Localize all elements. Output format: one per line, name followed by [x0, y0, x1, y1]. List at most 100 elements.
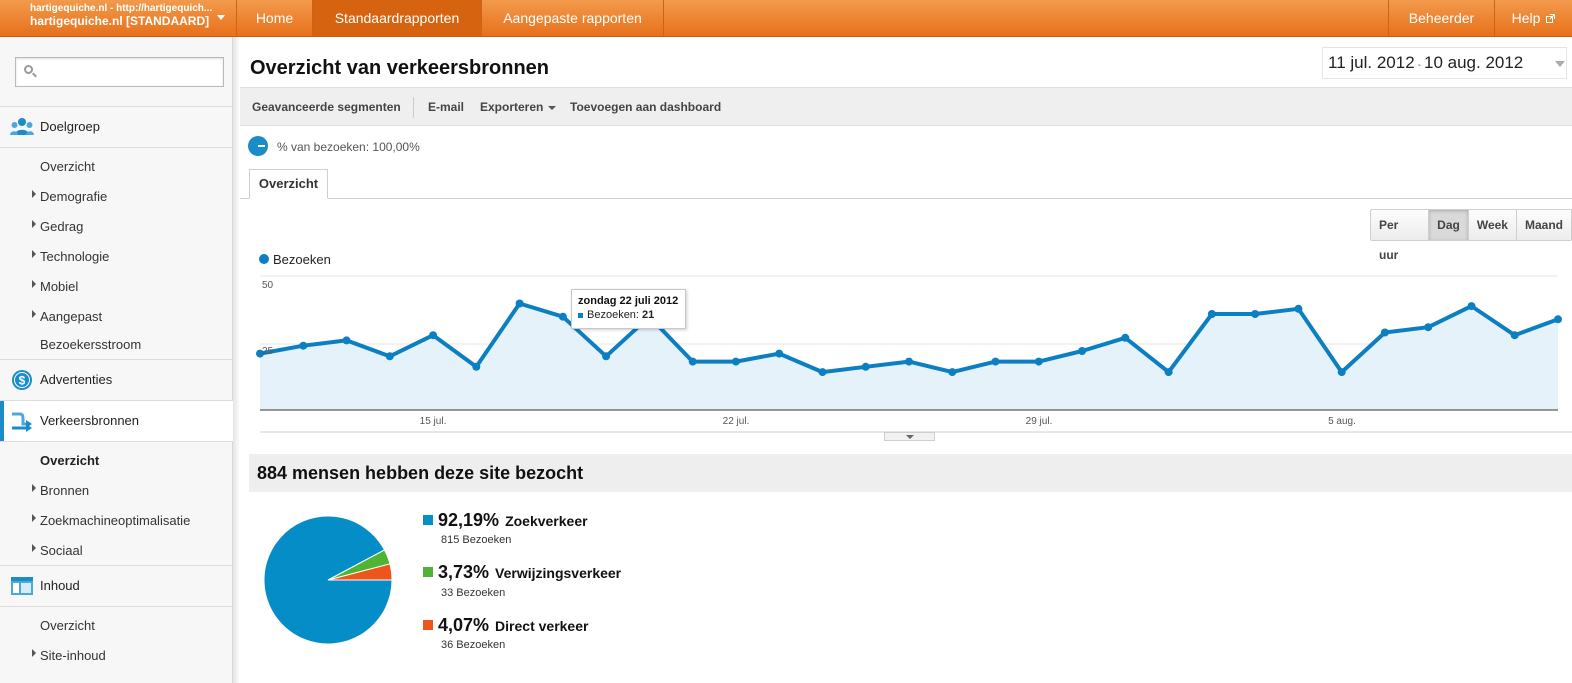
- sidebar-item-technology[interactable]: Technologie: [40, 249, 109, 264]
- tooltip-label: Bezoeken:: [587, 309, 639, 321]
- account-url: hartigequiche.nl - http://hartigequich..…: [30, 3, 213, 14]
- top-navigation-bar: hartigequiche.nl - http://hartigequich..…: [0, 0, 1572, 37]
- date-range-picker[interactable]: 11 jul. 2012-10 aug. 2012: [1322, 47, 1567, 79]
- nav-help[interactable]: Help: [1495, 0, 1572, 36]
- legend-swatch: [423, 567, 433, 577]
- y-tick-label: 25: [262, 346, 274, 357]
- sidebar: Doelgroep Overzicht Demografie Gedrag Te…: [0, 37, 233, 683]
- pie-slice[interactable]: [263, 515, 393, 645]
- divider: [413, 97, 414, 118]
- audience-icon: [10, 118, 34, 135]
- chart-plot-area[interactable]: [260, 276, 1560, 434]
- chevron-down-icon: [548, 105, 557, 110]
- nav-custom-reports[interactable]: Aangepaste rapporten: [482, 0, 664, 36]
- x-tick-label: 22 jul.: [722, 416, 750, 427]
- account-selector[interactable]: hartigequiche.nl - http://hartigequich..…: [0, 0, 237, 36]
- x-tick-label: 5 aug.: [1328, 416, 1356, 427]
- source-visits: 815 Bezoeken: [441, 534, 512, 546]
- add-to-dashboard-button[interactable]: Toevoegen aan dashboard: [570, 100, 721, 114]
- sidebar-item-site-content[interactable]: Site-inhoud: [40, 648, 106, 663]
- sidebar-resize-edge[interactable]: [233, 37, 239, 683]
- nav-admin[interactable]: Beheerder: [1388, 0, 1495, 36]
- x-tick-label: 15 jul.: [419, 416, 447, 427]
- export-label: Exporteren: [480, 100, 544, 114]
- sidebar-item-content-overview[interactable]: Overzicht: [40, 618, 95, 633]
- tooltip-date: zondag 22 juli 2012: [578, 295, 679, 307]
- sidebar-item-visitors-flow[interactable]: Bezoekersstroom: [40, 337, 141, 352]
- summary-headline: 884 mensen hebben deze site bezocht: [257, 463, 584, 483]
- content-icon: [11, 577, 33, 595]
- source-row-search[interactable]: 92,19% Zoekverkeer: [423, 510, 588, 531]
- sidebar-section-label: Doelgroep: [40, 119, 100, 134]
- sidebar-item-mobile[interactable]: Mobiel: [40, 279, 78, 294]
- source-percentage: 3,73%: [438, 562, 490, 582]
- date-separator: -: [1417, 60, 1421, 71]
- granularity-day-button[interactable]: Dag: [1429, 210, 1469, 240]
- sidebar-section-audience[interactable]: Doelgroep: [0, 107, 233, 147]
- divider: [0, 147, 233, 148]
- advanced-segments-button[interactable]: Geavanceerde segmenten: [252, 100, 401, 114]
- source-row-referral[interactable]: 3,73% Verwijzingsverkeer: [423, 562, 621, 583]
- granularity-selector: Per uur Dag Week Maand: [1370, 209, 1572, 262]
- sidebar-section-label: Advertenties: [40, 372, 113, 387]
- sidebar-item-social[interactable]: Sociaal: [40, 543, 83, 558]
- chart-legend: Bezoeken: [273, 252, 331, 267]
- legend-marker: [259, 254, 269, 264]
- chart-collapse-handle[interactable]: [884, 432, 935, 441]
- granularity-hour-button[interactable]: Per uur: [1371, 210, 1430, 262]
- source-row-direct[interactable]: 4,07% Direct verkeer: [423, 615, 588, 636]
- traffic-arrows-icon: [12, 412, 32, 432]
- sidebar-section-label: Inhoud: [40, 578, 80, 593]
- source-name: Direct verkeer: [495, 618, 589, 634]
- expand-arrow-icon[interactable]: [32, 514, 36, 522]
- expand-arrow-icon[interactable]: [32, 220, 36, 228]
- expand-arrow-icon[interactable]: [32, 649, 36, 657]
- divider: [0, 606, 233, 607]
- export-button[interactable]: Exporteren: [480, 100, 557, 114]
- dollar-icon: $: [12, 370, 32, 390]
- sidebar-search-input[interactable]: [15, 57, 224, 87]
- sidebar-section-advertising[interactable]: $ Advertenties: [0, 360, 233, 400]
- source-percentage: 4,07%: [438, 615, 490, 635]
- sidebar-section-content[interactable]: Inhoud: [0, 566, 233, 606]
- sidebar-item-traffic-overview[interactable]: Overzicht: [40, 453, 99, 468]
- tooltip-value-line: Bezoeken: 21: [578, 309, 679, 321]
- report-toolbar: Geavanceerde segmenten E-mail Exporteren…: [240, 87, 1572, 126]
- y-tick-label: 50: [262, 280, 274, 291]
- sidebar-item-custom[interactable]: Aangepast: [40, 309, 102, 324]
- expand-arrow-icon[interactable]: [32, 280, 36, 288]
- expand-arrow-icon[interactable]: [32, 544, 36, 552]
- sidebar-item-sources[interactable]: Bronnen: [40, 483, 89, 498]
- sidebar-section-traffic-sources[interactable]: Verkeersbronnen: [0, 401, 233, 441]
- nav-home[interactable]: Home: [237, 0, 313, 36]
- chevron-down-icon: [1555, 61, 1565, 67]
- granularity-month-button[interactable]: Maand: [1517, 210, 1571, 240]
- account-property: hartigequiche.nl [STANDAARD]: [30, 14, 210, 28]
- tooltip-value: 21: [642, 309, 655, 321]
- x-tick-label: 29 jul.: [1025, 416, 1053, 427]
- sidebar-item-behavior[interactable]: Gedrag: [40, 219, 83, 234]
- expand-arrow-icon[interactable]: [32, 310, 36, 318]
- expand-arrow-icon[interactable]: [32, 484, 36, 492]
- source-visits: 36 Bezoeken: [441, 639, 506, 651]
- granularity-week-button[interactable]: Week: [1469, 210, 1517, 240]
- search-icon: [24, 65, 33, 74]
- segment-visits-percentage: % van bezoeken: 100,00%: [277, 140, 420, 154]
- legend-swatch: [423, 620, 433, 630]
- expand-arrow-icon[interactable]: [32, 250, 36, 258]
- sidebar-item-seo[interactable]: Zoekmachineoptimalisatie: [40, 513, 190, 528]
- source-name: Zoekverkeer: [505, 513, 588, 529]
- legend-swatch: [423, 515, 433, 525]
- svg-text:$: $: [19, 374, 26, 388]
- nav-help-label: Help: [1511, 10, 1541, 26]
- expand-arrow-icon[interactable]: [32, 190, 36, 198]
- source-name: Verwijzingsverkeer: [495, 565, 622, 581]
- tab-overview[interactable]: Overzicht: [249, 169, 328, 199]
- source-visits: 33 Bezoeken: [441, 587, 506, 599]
- chevron-down-icon: [217, 15, 225, 20]
- traffic-sources-pie-chart: [263, 515, 393, 645]
- nav-standard-reports[interactable]: Standaardrapporten: [313, 0, 482, 36]
- sidebar-item-audience-overview[interactable]: Overzicht: [40, 159, 95, 174]
- sidebar-item-demographics[interactable]: Demografie: [40, 189, 107, 204]
- email-button[interactable]: E-mail: [428, 100, 464, 114]
